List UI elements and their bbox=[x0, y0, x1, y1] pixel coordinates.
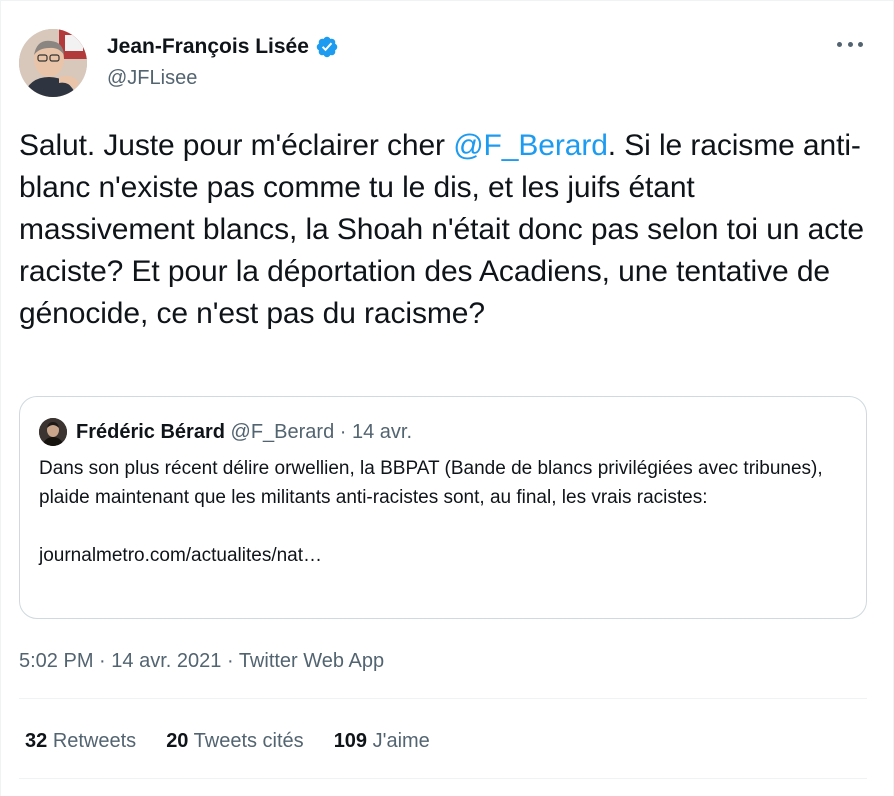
divider bbox=[19, 778, 867, 779]
retweets-label: Retweets bbox=[52, 730, 137, 752]
quoted-tweet-header: Frédéric Bérard @F_Berard · 14 avr. bbox=[76, 419, 412, 445]
tweet-card: Jean-François Lisée @JFLisee Salut. Just… bbox=[0, 0, 894, 796]
tweet-timestamp: 5:02 PM · 14 avr. 2021 · Twitter Web App bbox=[19, 647, 384, 675]
quote-tweets-label: Tweets cités bbox=[193, 730, 304, 752]
tweet-stats: 32 Retweets 20 Tweets cités 109 J'aime bbox=[25, 727, 430, 755]
timestamp-separator: · bbox=[226, 650, 234, 672]
more-dot bbox=[837, 41, 842, 47]
quoted-tweet[interactable]: Frédéric Bérard @F_Berard · 14 avr. Dans… bbox=[19, 396, 867, 619]
quoted-author-avatar bbox=[39, 418, 67, 446]
timestamp-separator: · bbox=[99, 650, 106, 672]
verified-badge-icon bbox=[315, 35, 339, 59]
quoted-tweet-link[interactable]: journalmetro.com/actualites/nat… bbox=[39, 541, 859, 570]
quoted-separator: · bbox=[339, 421, 347, 443]
tweet-source[interactable]: Twitter Web App bbox=[239, 650, 384, 672]
quoted-author-handle: @F_Berard bbox=[230, 421, 335, 443]
author-name[interactable]: Jean-François Lisée bbox=[107, 34, 309, 60]
tweet-time[interactable]: 5:02 PM bbox=[19, 650, 93, 672]
more-options-icon[interactable] bbox=[837, 35, 863, 53]
quoted-author-name: Frédéric Bérard bbox=[76, 421, 225, 443]
quoted-tweet-body: Dans son plus récent délire orwellien, l… bbox=[39, 454, 859, 570]
divider bbox=[19, 698, 867, 699]
quote-tweets-stat[interactable]: 20 Tweets cités bbox=[166, 727, 304, 755]
author-avatar[interactable] bbox=[19, 29, 87, 97]
author-info: Jean-François Lisée @JFLisee bbox=[107, 34, 339, 90]
quoted-tweet-text: Dans son plus récent délire orwellien, l… bbox=[39, 458, 823, 508]
author-name-row: Jean-François Lisée bbox=[107, 34, 339, 60]
tweet-text-start: Salut. Juste pour m'éclairer cher bbox=[19, 129, 454, 162]
retweets-stat[interactable]: 32 Retweets bbox=[25, 727, 136, 755]
likes-count: 109 bbox=[333, 730, 368, 752]
more-dot bbox=[858, 41, 863, 47]
author-handle[interactable]: @JFLisee bbox=[107, 66, 339, 90]
likes-label: J'aime bbox=[372, 730, 430, 752]
author-avatar-image bbox=[19, 29, 87, 97]
retweets-count: 32 bbox=[25, 730, 48, 752]
mention-link[interactable]: @F_Berard bbox=[453, 129, 608, 162]
quote-tweets-count: 20 bbox=[166, 730, 189, 752]
quoted-date: 14 avr. bbox=[352, 421, 413, 443]
tweet-text: Salut. Juste pour m'éclairer cher @F_Ber… bbox=[19, 125, 869, 335]
more-dot bbox=[847, 41, 853, 47]
likes-stat[interactable]: 109 J'aime bbox=[334, 727, 430, 755]
tweet-date[interactable]: 14 avr. 2021 bbox=[111, 650, 221, 672]
quoted-avatar-image bbox=[39, 418, 67, 446]
